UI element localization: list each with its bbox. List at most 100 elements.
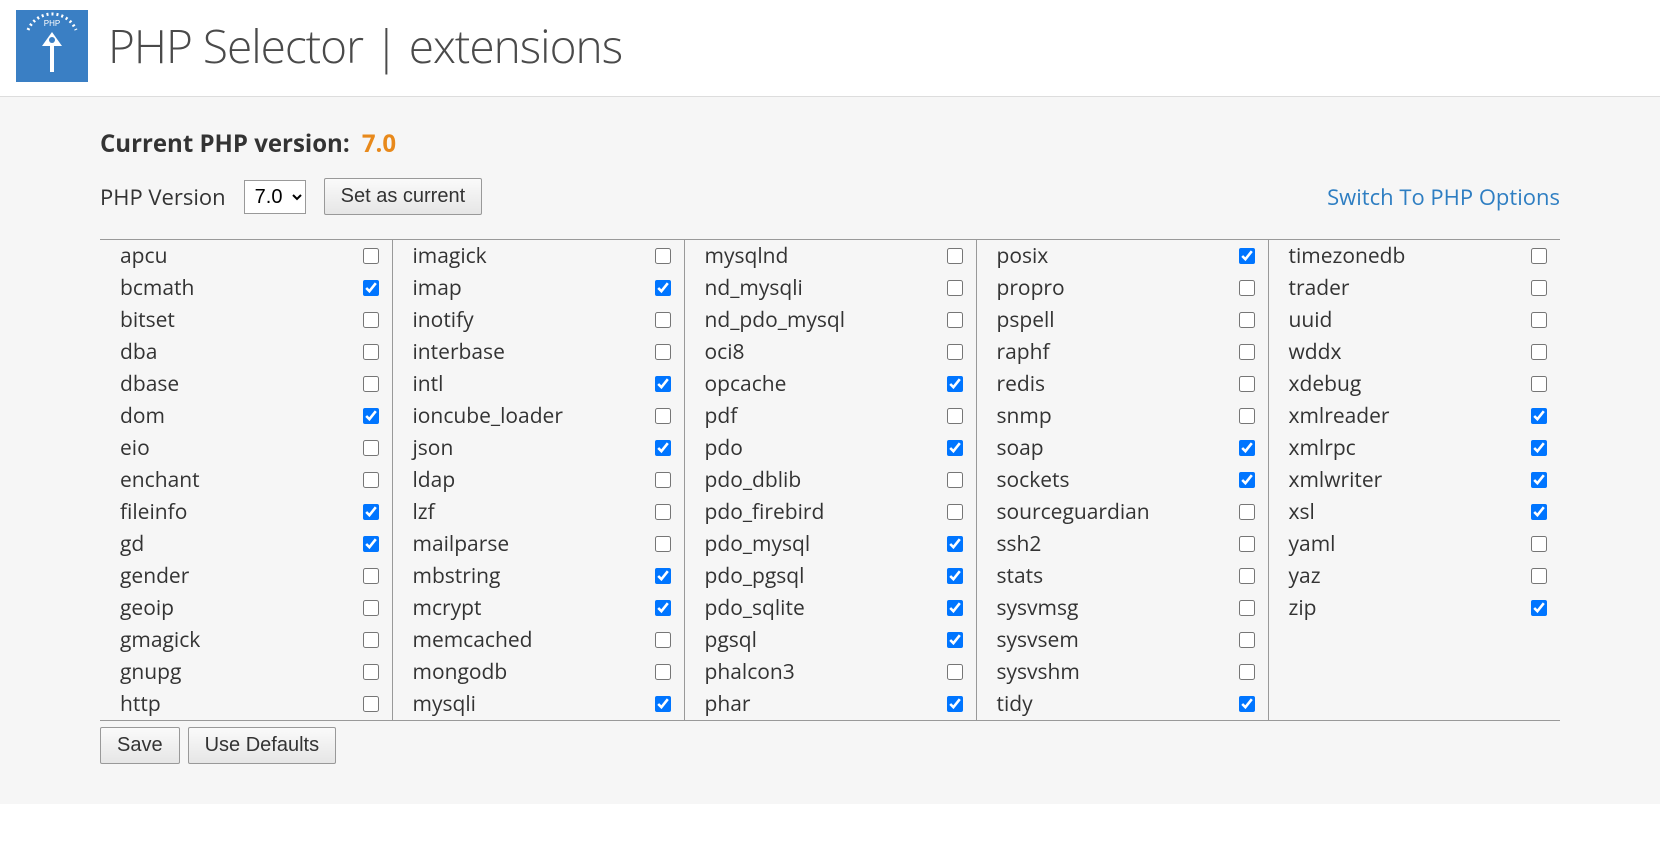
extension-checkbox-lzf[interactable] [655, 504, 671, 520]
extension-checkbox-phalcon3[interactable] [947, 664, 963, 680]
extension-label: fileinfo [120, 498, 187, 526]
extension-checkbox-opcache[interactable] [947, 376, 963, 392]
extension-checkbox-memcached[interactable] [655, 632, 671, 648]
extension-checkbox-oci8[interactable] [947, 344, 963, 360]
extension-label: gmagick [120, 626, 200, 654]
extension-checkbox-snmp[interactable] [1239, 408, 1255, 424]
extension-checkbox-propro[interactable] [1239, 280, 1255, 296]
extension-label: posix [997, 242, 1049, 270]
extension-checkbox-imap[interactable] [655, 280, 671, 296]
extension-checkbox-intl[interactable] [655, 376, 671, 392]
switch-to-php-options-link[interactable]: Switch To PHP Options [1327, 182, 1560, 212]
extension-checkbox-dba[interactable] [363, 344, 379, 360]
php-version-select[interactable]: 7.0 [244, 180, 306, 214]
extension-checkbox-pgsql[interactable] [947, 632, 963, 648]
extension-checkbox-mbstring[interactable] [655, 568, 671, 584]
extension-checkbox-posix[interactable] [1239, 248, 1255, 264]
extension-checkbox-pdo_dblib[interactable] [947, 472, 963, 488]
extension-checkbox-xdebug[interactable] [1531, 376, 1547, 392]
extension-checkbox-http[interactable] [363, 696, 379, 712]
extension-item: stats [977, 560, 1268, 592]
extension-label: soap [997, 434, 1044, 462]
extension-checkbox-gd[interactable] [363, 536, 379, 552]
extension-item: mongodb [393, 656, 684, 688]
extension-checkbox-ldap[interactable] [655, 472, 671, 488]
use-defaults-button[interactable]: Use Defaults [188, 727, 337, 764]
extension-label: yaz [1289, 562, 1321, 590]
extension-checkbox-sourceguardian[interactable] [1239, 504, 1255, 520]
extensions-column: timezonedbtraderuuidwddxxdebugxmlreaderx… [1268, 240, 1560, 721]
extension-checkbox-sysvsem[interactable] [1239, 632, 1255, 648]
extension-checkbox-timezonedb[interactable] [1531, 248, 1547, 264]
extension-label: pdo_dblib [705, 466, 802, 494]
extension-item: lzf [393, 496, 684, 528]
extension-checkbox-nd_mysqli[interactable] [947, 280, 963, 296]
extension-checkbox-soap[interactable] [1239, 440, 1255, 456]
extension-checkbox-geoip[interactable] [363, 600, 379, 616]
extension-label: zip [1289, 594, 1317, 622]
extension-checkbox-sysvmsg[interactable] [1239, 600, 1255, 616]
save-button[interactable]: Save [100, 727, 180, 764]
extension-checkbox-trader[interactable] [1531, 280, 1547, 296]
extension-checkbox-pdf[interactable] [947, 408, 963, 424]
extension-checkbox-pspell[interactable] [1239, 312, 1255, 328]
extension-checkbox-sockets[interactable] [1239, 472, 1255, 488]
extension-checkbox-sysvshm[interactable] [1239, 664, 1255, 680]
extension-checkbox-fileinfo[interactable] [363, 504, 379, 520]
extension-checkbox-yaz[interactable] [1531, 568, 1547, 584]
extension-item: interbase [393, 336, 684, 368]
extension-checkbox-redis[interactable] [1239, 376, 1255, 392]
extension-label: gnupg [120, 658, 181, 686]
extension-checkbox-gender[interactable] [363, 568, 379, 584]
extension-checkbox-xmlrpc[interactable] [1531, 440, 1547, 456]
extension-checkbox-zip[interactable] [1531, 600, 1547, 616]
extension-checkbox-wddx[interactable] [1531, 344, 1547, 360]
extension-checkbox-pdo_sqlite[interactable] [947, 600, 963, 616]
extension-checkbox-xsl[interactable] [1531, 504, 1547, 520]
extension-checkbox-phar[interactable] [947, 696, 963, 712]
extension-checkbox-nd_pdo_mysql[interactable] [947, 312, 963, 328]
extension-checkbox-pdo[interactable] [947, 440, 963, 456]
extension-checkbox-json[interactable] [655, 440, 671, 456]
extension-label: trader [1289, 274, 1350, 302]
extension-checkbox-gmagick[interactable] [363, 632, 379, 648]
extension-item: gmagick [100, 624, 392, 656]
extension-label: gender [120, 562, 189, 590]
extension-item: pdo [685, 432, 976, 464]
extension-checkbox-xmlwriter[interactable] [1531, 472, 1547, 488]
set-as-current-button[interactable]: Set as current [324, 178, 483, 215]
extension-checkbox-mcrypt[interactable] [655, 600, 671, 616]
extension-checkbox-pdo_mysql[interactable] [947, 536, 963, 552]
extension-checkbox-mysqlnd[interactable] [947, 248, 963, 264]
extension-checkbox-apcu[interactable] [363, 248, 379, 264]
extension-checkbox-raphf[interactable] [1239, 344, 1255, 360]
extension-checkbox-enchant[interactable] [363, 472, 379, 488]
extension-checkbox-gnupg[interactable] [363, 664, 379, 680]
extension-checkbox-xmlreader[interactable] [1531, 408, 1547, 424]
extension-checkbox-yaml[interactable] [1531, 536, 1547, 552]
extension-checkbox-uuid[interactable] [1531, 312, 1547, 328]
extension-checkbox-mailparse[interactable] [655, 536, 671, 552]
extension-checkbox-stats[interactable] [1239, 568, 1255, 584]
extension-checkbox-imagick[interactable] [655, 248, 671, 264]
extension-checkbox-eio[interactable] [363, 440, 379, 456]
extension-checkbox-interbase[interactable] [655, 344, 671, 360]
extension-checkbox-pdo_firebird[interactable] [947, 504, 963, 520]
extension-checkbox-bcmath[interactable] [363, 280, 379, 296]
extension-checkbox-tidy[interactable] [1239, 696, 1255, 712]
extension-checkbox-inotify[interactable] [655, 312, 671, 328]
extension-checkbox-bitset[interactable] [363, 312, 379, 328]
extension-checkbox-dbase[interactable] [363, 376, 379, 392]
extension-checkbox-mongodb[interactable] [655, 664, 671, 680]
extension-label: xmlwriter [1289, 466, 1383, 494]
extension-checkbox-pdo_pgsql[interactable] [947, 568, 963, 584]
extension-item: enchant [100, 464, 392, 496]
extension-checkbox-ioncube_loader[interactable] [655, 408, 671, 424]
extension-checkbox-ssh2[interactable] [1239, 536, 1255, 552]
extension-item: dbase [100, 368, 392, 400]
extensions-column: imagickimapinotifyinterbaseintlioncube_l… [392, 240, 684, 721]
extension-item: dba [100, 336, 392, 368]
extension-checkbox-dom[interactable] [363, 408, 379, 424]
extension-item: bitset [100, 304, 392, 336]
extension-checkbox-mysqli[interactable] [655, 696, 671, 712]
